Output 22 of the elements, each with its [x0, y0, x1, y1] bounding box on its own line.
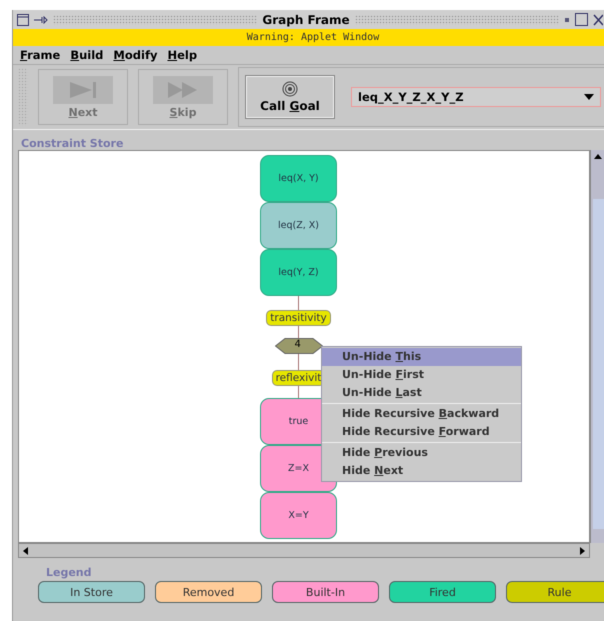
- applet-warning: Warning: Applet Window: [246, 32, 380, 43]
- legend-item: In Store: [38, 581, 145, 603]
- legend-item: Built-In: [272, 581, 379, 603]
- constraint-node[interactable]: leq(Z, X): [260, 202, 337, 249]
- legend-item: Fired: [389, 581, 496, 603]
- rule-label[interactable]: transitivity: [266, 310, 331, 326]
- legend-item: Rule: [506, 581, 604, 603]
- menu-item[interactable]: Help: [167, 48, 198, 62]
- constraint-node[interactable]: X=Y: [260, 492, 337, 539]
- call-goal-button[interactable]: Call Goal: [245, 75, 335, 119]
- legend-item: Removed: [155, 581, 262, 603]
- window-title: Graph Frame: [262, 12, 350, 26]
- menu-item[interactable]: Frame: [20, 48, 60, 62]
- context-menu-item[interactable]: Un-Hide This: [322, 348, 521, 366]
- goal-dropdown[interactable]: leq_X_Y_Z_X_Y_Z: [351, 87, 601, 107]
- constraint-node[interactable]: leq(Y, Z): [260, 249, 337, 296]
- menu-item[interactable]: Modify: [113, 48, 158, 62]
- step-number: 4: [294, 339, 301, 350]
- legend-title: Legend: [46, 566, 93, 579]
- constraint-node[interactable]: leq(X, Y): [260, 155, 337, 202]
- menu-item[interactable]: Build: [70, 48, 104, 62]
- constraint-store-title: Constraint Store: [21, 137, 124, 150]
